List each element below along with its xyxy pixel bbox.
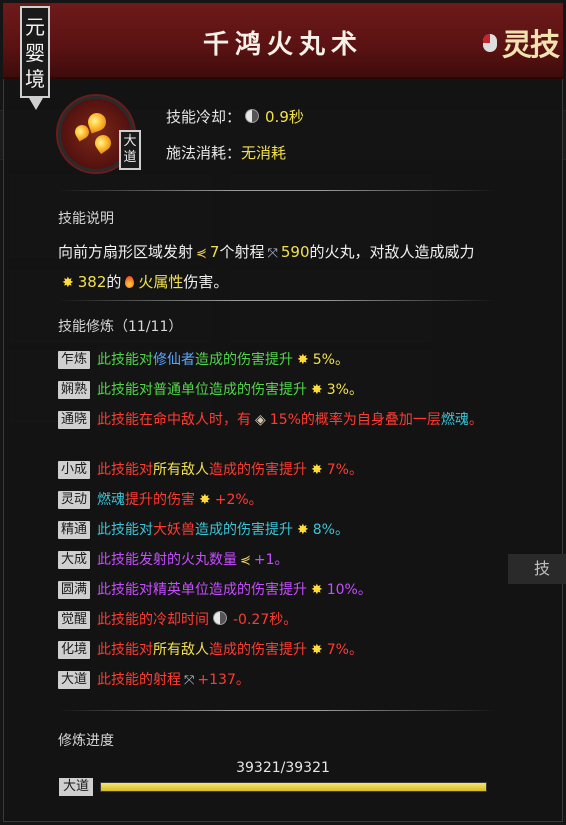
description-title: 技能说明 [58, 211, 114, 227]
cooldown-icon [213, 611, 227, 625]
cooldown-value: 0.9秒 [265, 108, 304, 126]
skill-type-badge: 灵技 [502, 28, 560, 63]
cost-row: 施法消耗：无消耗 [166, 142, 286, 163]
cultivation-text: 此技能对精英单位造成的伤害提升 ✸ 10%。 [97, 580, 507, 601]
multishot-icon: ⋞ [196, 246, 207, 261]
progress-stage-tag: 大道 [59, 778, 93, 796]
range-icon: ⤧ [184, 673, 195, 688]
desc-text: 伤害。 [183, 273, 229, 291]
range-icon: ⤧ [267, 246, 278, 261]
cultivation-text: 此技能对修仙者造成的伤害提升 ✸ 5%。 [97, 350, 507, 371]
skill-description: 向前方扇形区域发射 ⋞ 7个射程 ⤧ 590的火丸，对敌人造成威力 ✸ 382的 火属性伤害… [58, 238, 506, 298]
cultivation-stage-tag: 通晓 [58, 411, 90, 429]
skill-title: 千鸿火丸术 [202, 30, 363, 60]
cultivation-stage-tag: 大道 [58, 671, 90, 689]
damage-icon: ✸ [297, 522, 309, 538]
desc-text: 的火丸，对敌人造成威力 [309, 243, 475, 261]
cultivation-text: 此技能对所有敌人造成的伤害提升 ✸ 7%。 [97, 640, 507, 661]
progress-title: 修炼进度 [58, 733, 114, 749]
cultivation-stage-tag: 觉醒 [58, 611, 90, 629]
cooldown-row: 技能冷却： 0.9秒 [166, 106, 304, 127]
mouse-left-click-icon [483, 34, 497, 52]
cultivation-text: 此技能对所有敌人造成的伤害提升 ✸ 7%。 [97, 460, 507, 481]
realm-badge-notch [29, 98, 43, 110]
damage-icon: ✸ [199, 492, 211, 508]
cost-label: 施法消耗： [166, 144, 242, 162]
cultivation-stage-tag: 乍炼 [58, 351, 90, 369]
cultivation-stage-tag: 大成 [58, 551, 90, 569]
damage-icon: ✸ [311, 642, 323, 658]
fire-element-icon [125, 276, 135, 288]
buff-icon: ◈ [255, 412, 266, 428]
desc-text: 向前方扇形区域发射 [58, 243, 194, 261]
skill-tier-tag: 大道 [119, 130, 141, 170]
cultivation-title: 技能修炼（11/11） [58, 319, 183, 335]
cultivation-text: 此技能对普通单位造成的伤害提升 ✸ 3%。 [97, 380, 507, 401]
cultivation-stage-tag: 精通 [58, 521, 90, 539]
cultivation-stage-tag: 圆满 [58, 581, 90, 599]
progress-bar [100, 782, 487, 792]
damage-icon: ✸ [311, 582, 323, 598]
cultivation-text: 燃魂提升的伤害 ✸ +2%。 [97, 490, 507, 511]
desc-text: 的 [106, 273, 122, 291]
cultivation-text: 此技能发射的火丸数量 ⋞ +1。 [97, 550, 507, 571]
damage-icon: ✸ [297, 352, 309, 368]
element-label: 火属性 [138, 273, 184, 291]
range-value: 590 [280, 243, 310, 261]
cultivation-text: 此技能的射程 ⤧ +137。 [97, 670, 507, 691]
multishot-icon: ⋞ [240, 553, 251, 568]
cultivation-stage-tag: 小成 [58, 461, 90, 479]
cultivation-text: 此技能对大妖兽造成的伤害提升 ✸ 8%。 [97, 520, 507, 541]
skill-tier-label: 大道 [123, 134, 137, 165]
cooldown-icon [245, 109, 260, 123]
progress-value: 39321/39321 [236, 760, 330, 776]
divider [57, 300, 497, 301]
damage-icon: ✸ [311, 382, 323, 398]
divider [57, 190, 497, 191]
cost-value: 无消耗 [241, 144, 287, 162]
cultivation-stage-tag: 化境 [58, 641, 90, 659]
cultivation-text: 此技能的冷却时间 -0.27秒。 [97, 611, 298, 628]
progress-bar-fill [101, 783, 486, 791]
side-tab-skills[interactable]: 技 [508, 554, 566, 584]
divider [57, 710, 497, 711]
power-value: 382 [77, 273, 107, 291]
cultivation-stage-tag: 灵动 [58, 491, 90, 509]
cultivation-text: 此技能在命中敌人时，有 ◈ 15%的概率为自身叠加一层燃魂。 [97, 410, 507, 431]
cultivation-stage-tag: 娴熟 [58, 381, 90, 399]
desc-text: 个射程 [219, 243, 265, 261]
cooldown-label: 技能冷却： [166, 108, 242, 126]
damage-icon: ✸ [311, 462, 323, 478]
power-icon: ✸ [62, 275, 74, 291]
